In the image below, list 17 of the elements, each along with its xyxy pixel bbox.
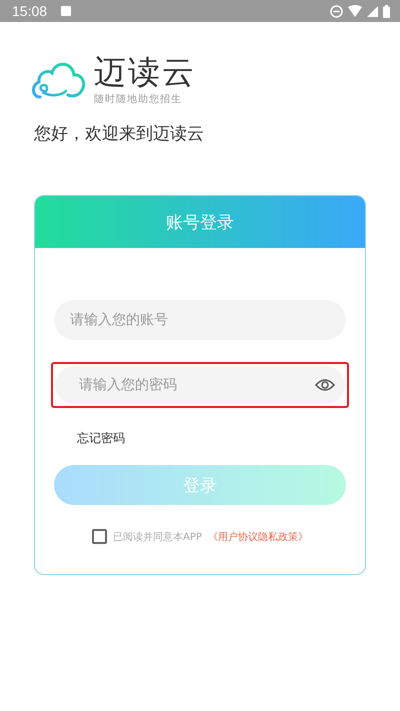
agreement-link[interactable]: 《用户协议隐私政策》 xyxy=(208,530,308,544)
card-header: 账号登录 xyxy=(35,196,365,248)
eye-icon[interactable] xyxy=(315,378,335,392)
signal-icon xyxy=(367,6,378,16)
welcome-text: 您好，欢迎来到迈读云 xyxy=(34,123,205,145)
brand-name: 迈读云 xyxy=(94,52,196,92)
battery-icon xyxy=(383,4,390,18)
account-field[interactable]: 请输入您的账号 xyxy=(54,300,346,340)
agreement-checkbox[interactable] xyxy=(92,529,108,544)
forgot-password-link[interactable]: 忘记密码 xyxy=(77,430,125,447)
agreement-text: 已阅读并同意本APP xyxy=(113,530,202,544)
status-time: 15:08 xyxy=(12,3,48,19)
wifi-icon xyxy=(348,5,362,17)
notification-icon xyxy=(61,6,72,16)
do-not-disturb-icon xyxy=(330,4,343,18)
password-field[interactable]: 请输入您的密码 xyxy=(55,366,345,404)
brand-tagline: 随时随地助您招生 xyxy=(94,92,183,106)
